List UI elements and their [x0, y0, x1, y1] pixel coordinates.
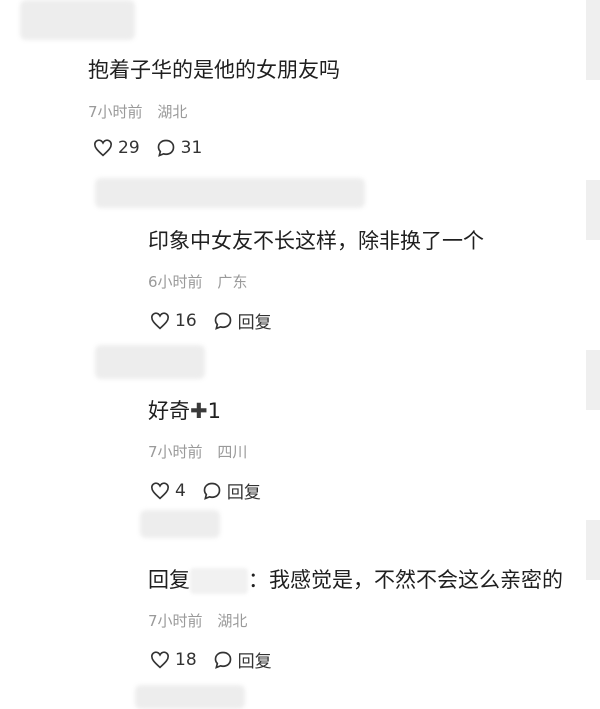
- like-button[interactable]: 16: [150, 311, 197, 331]
- like-count: 16: [175, 310, 197, 331]
- avatar-redacted-3: [95, 345, 205, 379]
- comment-text: 好奇✚1: [148, 397, 221, 425]
- speech-bubble-icon: [203, 482, 221, 500]
- comment-text: 抱着子华的是他的女朋友吗: [88, 58, 340, 82]
- like-count: 4: [175, 480, 186, 501]
- avatar-redacted-1: [20, 0, 135, 40]
- reply-label: 回复: [237, 652, 272, 672]
- like-button[interactable]: 29: [93, 138, 140, 158]
- right-edge-shadow: [586, 350, 600, 410]
- comment-actions: 29 31: [93, 138, 218, 158]
- comment-location: 四川: [217, 443, 248, 461]
- reply-label: 回复: [226, 483, 261, 503]
- plus-icon: ✚: [190, 399, 208, 423]
- comment-actions: 16 回复: [150, 308, 288, 333]
- comment-meta: 7小时前 湖北: [148, 610, 257, 631]
- comment-text: 回复 ：我感觉是，不然不会这么亲密的: [148, 566, 563, 594]
- reply-button[interactable]: 回复: [213, 308, 272, 333]
- comment-meta: 6小时前 广东: [148, 271, 257, 292]
- reply-count: 31: [180, 138, 203, 158]
- comment-text-prefix: 好奇: [148, 399, 190, 423]
- comment-time: 7小时前: [88, 103, 143, 121]
- comment-actions: 4 回复: [150, 478, 277, 503]
- comment-meta: 7小时前 湖北: [88, 101, 197, 122]
- comment-location: 广东: [217, 273, 248, 291]
- comment-location: 湖北: [157, 103, 188, 121]
- reply-label: 回复: [237, 313, 272, 333]
- like-count: 29: [118, 138, 140, 158]
- comment-actions: 18 回复: [150, 647, 288, 672]
- right-edge-shadow: [586, 0, 600, 80]
- comment-meta: 7小时前 四川: [148, 441, 257, 462]
- like-count: 18: [175, 649, 197, 670]
- reply-button[interactable]: 回复: [213, 647, 272, 672]
- redacted-username: [190, 568, 248, 594]
- reply-prefix: 回复: [148, 568, 190, 592]
- like-button[interactable]: 4: [150, 481, 186, 501]
- comment-text: 印象中女友不长这样，除非换了一个: [148, 229, 484, 253]
- right-edge-shadow: [586, 520, 600, 580]
- speech-bubble-icon: [214, 312, 231, 330]
- heart-icon: [150, 311, 170, 329]
- comment-time: 6小时前: [148, 273, 203, 291]
- heart-icon: [150, 650, 170, 668]
- comment-location: 湖北: [217, 612, 248, 630]
- avatar-redacted-2: [95, 178, 365, 208]
- comment-text-suffix: 1: [207, 399, 221, 423]
- avatar-redacted-4: [140, 510, 220, 538]
- speech-bubble-icon: [157, 139, 174, 157]
- heart-icon: [150, 481, 170, 499]
- comment-time: 7小时前: [148, 443, 203, 461]
- heart-icon: [93, 139, 113, 157]
- reply-button[interactable]: 31: [156, 138, 203, 158]
- speech-bubble-icon: [214, 651, 231, 669]
- right-edge-shadow: [586, 180, 600, 240]
- like-button[interactable]: 18: [150, 650, 197, 670]
- comment-time: 7小时前: [148, 612, 203, 630]
- comment-text-suffix: ：我感觉是，不然不会这么亲密的: [248, 568, 563, 592]
- reply-button[interactable]: 回复: [202, 478, 261, 503]
- avatar-redacted-5: [135, 685, 245, 709]
